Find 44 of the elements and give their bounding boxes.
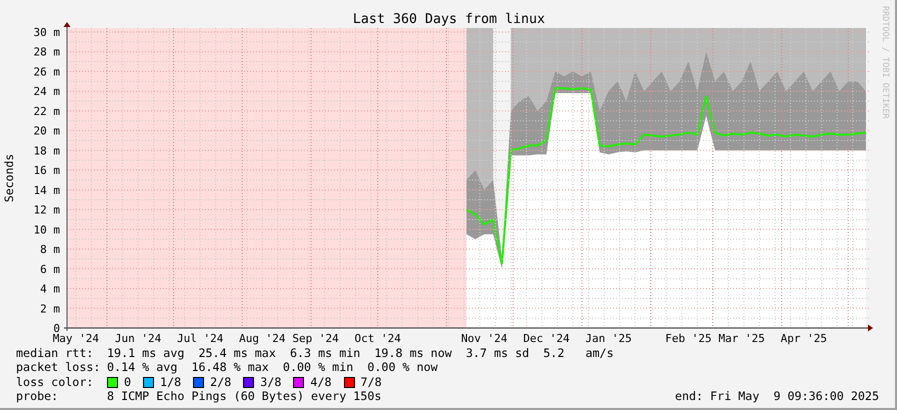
- x-tick-label: Apr '25: [780, 332, 828, 345]
- y-tick-label: 22 m: [34, 104, 60, 118]
- axis-title: Seconds: [2, 154, 16, 202]
- x-tick-label: Jan '25: [585, 332, 632, 345]
- loss-color-label: 1/8: [160, 374, 182, 390]
- x-tick-label: Mar '25: [718, 332, 765, 345]
- stat-values: 19.1 ms avg 25.4 ms max 6.3 ms min 19.8 ms now 3.7 ms sd 5.2 am/s: [107, 346, 614, 360]
- y-tick-label: 30 m: [34, 26, 60, 39]
- y-tick-label: 10 m: [34, 223, 60, 236]
- legend-label: loss color:: [16, 374, 94, 390]
- y-tick-label: 24 m: [34, 85, 60, 98]
- y-tick-label: 2 m: [40, 302, 60, 316]
- y-tick-label: 20 m: [34, 124, 60, 138]
- y-tick-label: 4 m: [40, 282, 60, 296]
- x-tick-label: Jul '24: [176, 332, 224, 345]
- end-time: end: Fri May 9 09:36:00 2025: [674, 389, 879, 404]
- loss-color-label: 2/8: [210, 374, 232, 390]
- y-tick-label: 28 m: [34, 46, 60, 59]
- x-tick-label: Jun '24: [114, 332, 162, 345]
- stat-label: median rtt:: [16, 346, 94, 360]
- x-tick-label: Dec '24: [523, 332, 570, 345]
- x-tick-label: Nov '24: [461, 332, 508, 345]
- loss-color-label: 7/8: [360, 374, 382, 390]
- y-tick-label: 12 m: [34, 204, 60, 217]
- stat-values: 0.14 % avg 16.48 % max 0.00 % min 0.00 % now: [107, 360, 438, 375]
- x-tick-label: May '24: [52, 332, 100, 345]
- x-tick-label: Oct '24: [354, 332, 401, 345]
- y-tick-label: 18 m: [34, 144, 60, 158]
- loss-color-label: 3/8: [260, 374, 282, 390]
- y-tick-label: 16 m: [34, 164, 60, 178]
- probe-label: probe:: [16, 389, 60, 404]
- y-tick-label: 6 m: [40, 262, 60, 276]
- chart-title: Last 360 Days from linux: [352, 12, 546, 27]
- x-tick-label: Aug '24: [239, 332, 286, 345]
- y-tick-label: 0: [53, 322, 60, 335]
- probe-text: 8 ICMP Echo Pings (60 Bytes) every 150s: [107, 389, 382, 404]
- y-tick-label: 14 m: [34, 184, 60, 197]
- y-tick-label: 8 m: [40, 243, 60, 256]
- loss-color-label: 4/8: [310, 374, 332, 390]
- stat-label: packet loss:: [16, 360, 102, 375]
- y-tick-label: 26 m: [34, 65, 60, 78]
- x-tick-label: Feb '25: [665, 332, 712, 345]
- loss-color-label: 0: [124, 374, 132, 390]
- x-tick-label: Sep '24: [292, 332, 339, 345]
